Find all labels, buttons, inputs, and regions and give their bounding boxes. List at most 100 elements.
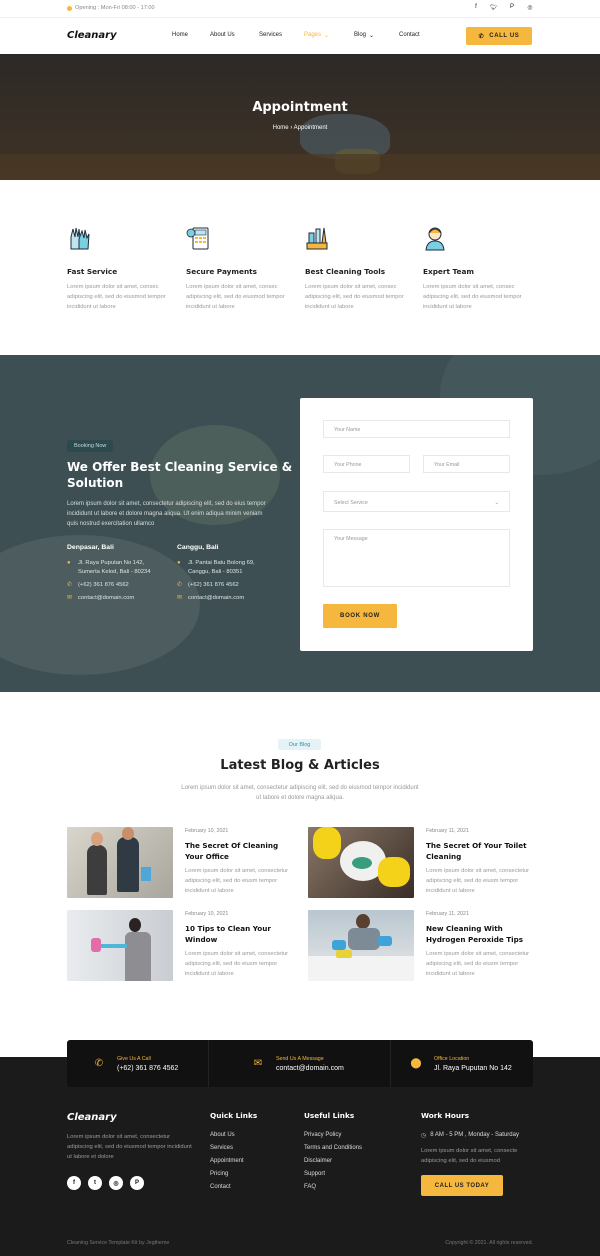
- footer-link[interactable]: Privacy Policy: [304, 1132, 362, 1138]
- nav-item-services[interactable]: Services: [259, 32, 282, 38]
- chevron-down-icon: ⌄: [369, 33, 375, 39]
- phone-icon: ✆: [478, 33, 485, 40]
- work-hours-desc: Lorem ipsum dolor sit amet, consecte adi…: [421, 1148, 518, 1164]
- map-pin-icon: ●: [67, 560, 71, 566]
- blog-post[interactable]: February 11, 2021 The Secret Of Your Toi…: [308, 827, 548, 899]
- footer-link[interactable]: Support: [304, 1171, 362, 1177]
- envelope-icon: ✉: [253, 1058, 263, 1069]
- book-now-button[interactable]: BOOK NOW: [323, 604, 397, 628]
- address-line: Jl. Pantai Batu Bolong 69,: [188, 560, 255, 566]
- location-phone[interactable]: (+62) 361 876 4562: [188, 581, 239, 590]
- message-field[interactable]: Your Message: [323, 529, 510, 587]
- cleaning-tools-icon: [306, 227, 328, 250]
- pinterest-icon[interactable]: P: [130, 1176, 144, 1190]
- post-title[interactable]: New Cleaning With Hydrogen Peroxide Tips: [426, 924, 536, 945]
- blog-subtitle: Lorem ipsum dolor sit amet, consectetur …: [181, 785, 419, 801]
- nav-item-pages[interactable]: Pages ⌄: [304, 32, 329, 39]
- page-hero: Appointment Home › Appointment: [0, 54, 600, 180]
- facebook-icon[interactable]: f: [472, 4, 480, 11]
- footer-col-title: Quick Links: [210, 1111, 258, 1120]
- call-us-today-button[interactable]: CALL US TODAY: [421, 1175, 503, 1196]
- nav-item-home[interactable]: Home: [172, 32, 188, 38]
- location-email[interactable]: contact@domain.com: [188, 594, 244, 603]
- feature-title: Fast Service: [67, 267, 118, 276]
- feature-best-tools: Best Cleaning Tools Lorem ipsum dolor si…: [305, 225, 417, 312]
- chevron-down-icon: ⌄: [494, 500, 499, 506]
- instagram-icon[interactable]: ◎: [109, 1176, 123, 1190]
- footer-link[interactable]: FAQ: [304, 1184, 362, 1190]
- nav-item-contact[interactable]: Contact: [399, 32, 420, 38]
- footer-credit: Cleaning Service Template Kit by Jegthem…: [67, 1240, 170, 1246]
- nav-item-blog[interactable]: Blog ⌄: [354, 32, 374, 39]
- pinterest-icon[interactable]: P: [508, 4, 516, 11]
- phone-field[interactable]: Your Phone: [323, 455, 410, 473]
- envelope-icon: ✉: [177, 595, 183, 601]
- post-title[interactable]: The Secret Of Cleaning Your Office: [185, 841, 295, 862]
- facebook-icon[interactable]: f: [67, 1176, 81, 1190]
- post-image[interactable]: [67, 827, 173, 898]
- blog-post[interactable]: February 10, 2021 The Secret Of Cleaning…: [67, 827, 307, 899]
- location-city: Canggu, Bali: [177, 544, 219, 551]
- booking-pill: Booking Now: [67, 440, 114, 452]
- twitter-icon[interactable]: t: [88, 1176, 102, 1190]
- booking-title: We Offer Best Cleaning Service & Solutio…: [67, 460, 293, 490]
- feature-fast-service: Fast Service Lorem ipsum dolor sit amet,…: [67, 225, 179, 312]
- footer-link[interactable]: Services: [210, 1145, 257, 1151]
- footer-link[interactable]: Pricing: [210, 1171, 257, 1177]
- post-excerpt: Lorem ipsum dolor sit amet, consectetur …: [185, 951, 289, 977]
- feature-desc: Lorem ipsum dolor sit amet, consec adipi…: [67, 284, 166, 310]
- location-email[interactable]: contact@domain.com: [78, 594, 134, 603]
- nav-item-about[interactable]: About Us: [210, 32, 235, 38]
- post-title[interactable]: The Secret Of Your Toilet Cleaning: [426, 841, 536, 862]
- post-date: February 11, 2021: [426, 828, 469, 834]
- booking-desc: Lorem ipsum dolor sit amet, consectetur …: [67, 501, 266, 527]
- top-bar: Opening : Mon-Fri 08:00 - 17:00 f 🐦︎ P ◎: [0, 0, 600, 18]
- post-title[interactable]: 10 Tips to Clean Your Window: [185, 924, 295, 945]
- contact-call[interactable]: ✆ Give Us A Call (+62) 361 876 4562: [93, 1040, 179, 1087]
- feature-desc: Lorem ipsum dolor sit amet, consec adipi…: [423, 284, 522, 310]
- footer-col-title: Work Hours: [421, 1111, 470, 1120]
- contact-location[interactable]: ⬤ Office Location Jl. Raya Puputan No 14…: [410, 1040, 511, 1087]
- blog-post[interactable]: February 11, 2021 New Cleaning With Hydr…: [308, 910, 548, 982]
- footer-link[interactable]: Terms and Conditions: [304, 1145, 362, 1151]
- phone-icon: ✆: [67, 582, 73, 588]
- post-image[interactable]: [308, 827, 414, 898]
- footer-logo[interactable]: Cleanary: [67, 1112, 192, 1123]
- twitter-icon[interactable]: 🐦︎: [490, 4, 498, 11]
- footer-link[interactable]: About Us: [210, 1132, 257, 1138]
- footer-link[interactable]: Appointment: [210, 1158, 257, 1164]
- footer-quick-links: Quick Links About Us Services Appointmen…: [210, 1111, 257, 1197]
- call-us-button[interactable]: ✆ CALL US: [466, 27, 532, 45]
- post-image[interactable]: [67, 910, 173, 981]
- breadcrumb-current: Appointment: [293, 125, 328, 131]
- name-field[interactable]: Your Name: [323, 420, 510, 438]
- post-excerpt: Lorem ipsum dolor sit amet, consectetur …: [426, 868, 530, 894]
- breadcrumb-home[interactable]: Home: [273, 125, 289, 131]
- feature-title: Expert Team: [423, 267, 474, 276]
- post-image[interactable]: [308, 910, 414, 981]
- footer-link[interactable]: Contact: [210, 1184, 257, 1190]
- blog-post[interactable]: February 10, 2021 10 Tips to Clean Your …: [67, 910, 307, 982]
- email-field[interactable]: Your Email: [423, 455, 510, 473]
- footer-work-hours: Work Hours ◷ 8 AM - 5 PM , Monday - Satu…: [421, 1111, 533, 1196]
- instagram-icon[interactable]: ◎: [526, 4, 534, 11]
- logo[interactable]: Cleanary: [67, 30, 117, 41]
- top-social-links: f 🐦︎ P ◎: [472, 4, 534, 11]
- footer-link[interactable]: Disclaimer: [304, 1158, 362, 1164]
- phone-icon: ✆: [177, 582, 183, 588]
- feature-expert-team: Expert Team Lorem ipsum dolor sit amet, …: [423, 225, 535, 312]
- feature-secure-payments: Secure Payments Lorem ipsum dolor sit am…: [186, 225, 298, 312]
- post-date: February 11, 2021: [426, 911, 469, 917]
- feature-title: Best Cleaning Tools: [305, 267, 386, 276]
- location-phone[interactable]: (+62) 361 876 4562: [78, 581, 129, 590]
- address-line: Jl. Raya Puputan No 142,: [78, 560, 145, 566]
- location-city: Denpasar, Bali: [67, 544, 114, 551]
- envelope-icon: ✉: [67, 595, 73, 601]
- footer-social-links: f t ◎ P: [67, 1176, 192, 1190]
- chevron-down-icon: ⌄: [324, 33, 330, 39]
- feature-title: Secure Payments: [186, 267, 257, 276]
- contact-email[interactable]: ✉ Send Us A Message contact@domain.com: [252, 1040, 344, 1087]
- phone-icon: ✆: [94, 1058, 104, 1069]
- service-select[interactable]: Select Service ⌄: [323, 491, 510, 512]
- post-date: February 10, 2021: [185, 911, 229, 917]
